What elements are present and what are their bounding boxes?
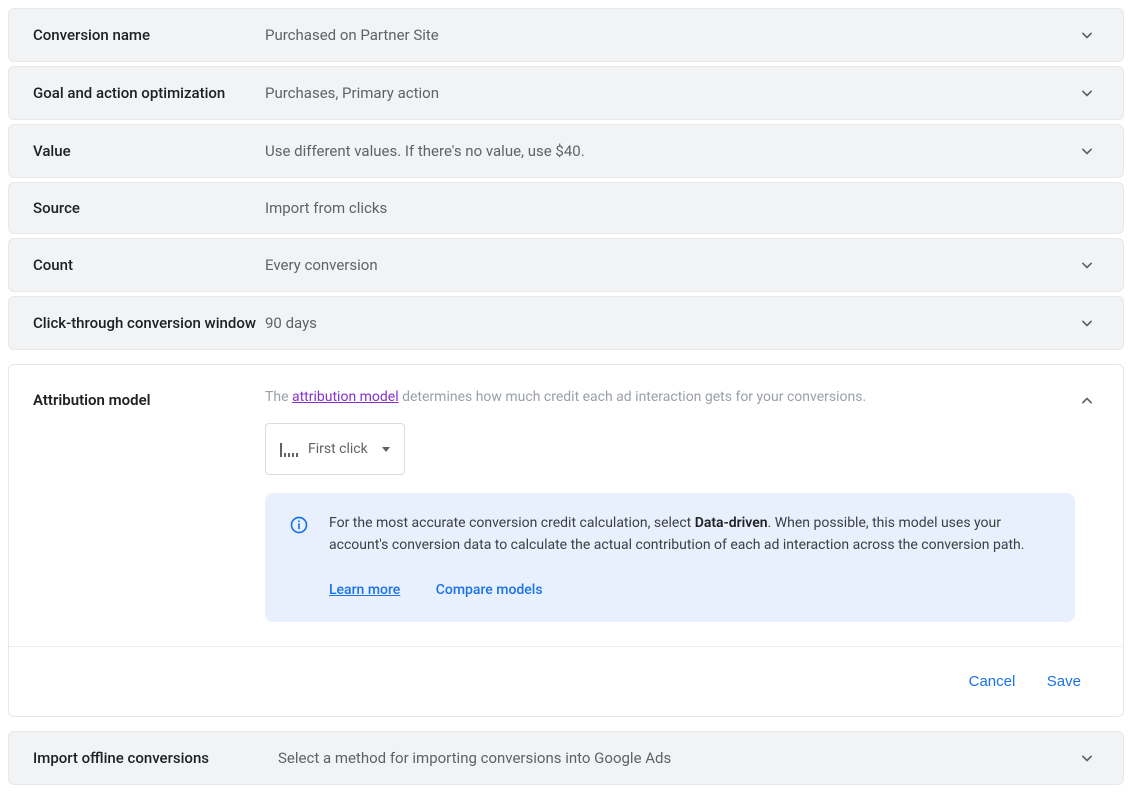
attribution-model-link[interactable]: attribution model — [292, 389, 399, 405]
chevron-down-icon — [1075, 255, 1099, 275]
caret-down-icon — [382, 447, 390, 452]
compare-models-link[interactable]: Compare models — [436, 582, 543, 598]
row-label: Value — [33, 142, 265, 160]
first-click-icon — [280, 441, 298, 457]
chevron-down-icon — [1075, 25, 1099, 45]
row-value: Purchases, Primary action — [265, 84, 1075, 102]
card-label: Attribution model — [33, 389, 265, 409]
card-attribution-model: Attribution model The attribution model … — [8, 364, 1124, 717]
row-value: Select a method for importing conversion… — [278, 749, 1075, 767]
row-goal-action[interactable]: Goal and action optimization Purchases, … — [8, 66, 1124, 120]
chevron-down-icon — [1075, 83, 1099, 103]
row-label: Source — [33, 199, 265, 217]
info-icon — [289, 515, 309, 539]
chevron-up-icon[interactable] — [1075, 389, 1099, 411]
learn-more-link[interactable]: Learn more — [329, 582, 400, 598]
info-strong: Data-driven — [695, 515, 768, 531]
row-value: 90 days — [265, 314, 1075, 332]
chevron-down-icon — [1075, 313, 1099, 333]
row-conversion-name[interactable]: Conversion name Purchased on Partner Sit… — [8, 8, 1124, 62]
attribution-model-dropdown[interactable]: First click — [265, 423, 405, 475]
row-value: Purchased on Partner Site — [265, 26, 1075, 44]
row-label: Conversion name — [33, 26, 265, 44]
row-ctc-window[interactable]: Click-through conversion window 90 days — [8, 296, 1124, 350]
attribution-description: The attribution model determines how muc… — [265, 389, 1075, 405]
row-import-offline[interactable]: Import offline conversions Select a meth… — [8, 731, 1124, 785]
info-text: For the most accurate conversion credit … — [329, 515, 695, 531]
info-callout: For the most accurate conversion credit … — [265, 493, 1075, 622]
card-footer: Cancel Save — [9, 646, 1123, 716]
row-label: Goal and action optimization — [33, 84, 265, 102]
row-value: Import from clicks — [265, 199, 1075, 217]
row-count[interactable]: Count Every conversion — [8, 238, 1124, 292]
row-label: Click-through conversion window — [33, 314, 265, 332]
desc-text: determines how much credit each ad inter… — [399, 389, 867, 405]
save-button[interactable]: Save — [1033, 665, 1095, 698]
row-value: Every conversion — [265, 256, 1075, 274]
chevron-down-icon — [1075, 748, 1099, 768]
row-label: Import offline conversions — [33, 749, 278, 767]
chevron-down-icon — [1075, 141, 1099, 161]
row-value: Use different values. If there's no valu… — [265, 142, 1075, 160]
row-value-setting[interactable]: Value Use different values. If there's n… — [8, 124, 1124, 178]
row-label: Count — [33, 256, 265, 274]
cancel-button[interactable]: Cancel — [955, 665, 1030, 698]
desc-text: The — [265, 389, 292, 405]
dropdown-selected: First click — [308, 441, 368, 457]
row-source: Source Import from clicks — [8, 182, 1124, 234]
